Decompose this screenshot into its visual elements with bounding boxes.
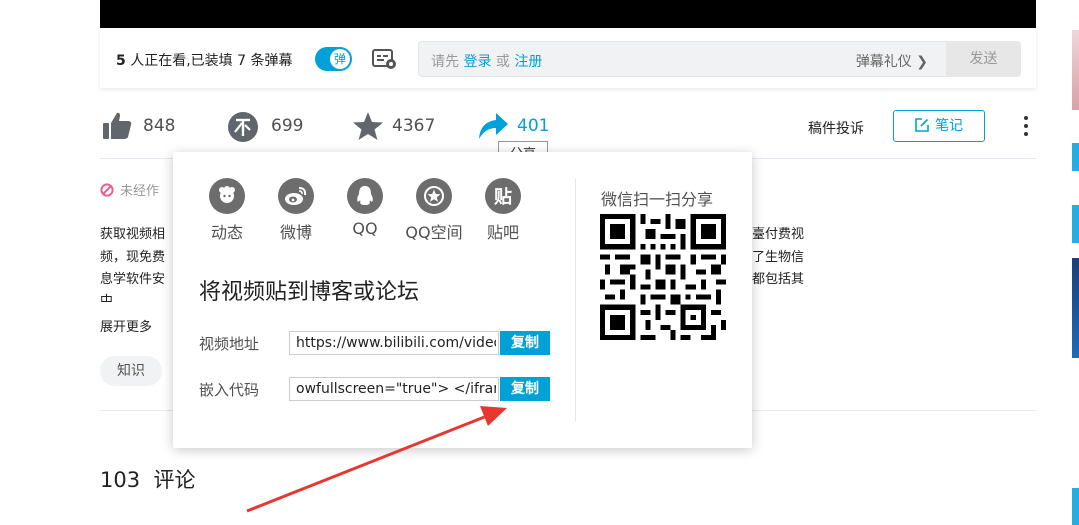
expand-more-link[interactable]: 展开更多 xyxy=(100,316,152,335)
side-thumbnail[interactable] xyxy=(1072,143,1079,171)
qzone-icon xyxy=(424,186,444,206)
share-qzone-label: QQ空间 xyxy=(405,223,463,242)
share-tieba[interactable]: 贴 贴吧 xyxy=(473,178,533,243)
desc-line-3-left: 息学软件安 xyxy=(100,272,166,287)
share-qq[interactable]: QQ xyxy=(335,178,395,238)
comments-header: 103 评论 xyxy=(100,464,195,494)
desc-line-1-right: 臺付费视 xyxy=(752,227,805,242)
coin-icon[interactable] xyxy=(227,111,259,143)
copy-embed-button[interactable]: 复制 xyxy=(500,377,550,401)
prompt-prefix: 请先 xyxy=(431,54,464,70)
login-link[interactable]: 登录 xyxy=(463,54,491,70)
coin-count: 699 xyxy=(271,116,304,136)
share-panel-divider xyxy=(575,178,576,422)
like-count: 848 xyxy=(143,116,176,136)
share-weibo[interactable]: 微博 xyxy=(266,178,326,243)
viewer-count: 5 xyxy=(116,53,126,69)
side-thumbnail[interactable] xyxy=(1072,30,1079,110)
share-tieba-label: 贴吧 xyxy=(486,223,519,242)
comment-count: 103 xyxy=(100,468,141,492)
notice-text: 未经作 xyxy=(120,184,160,199)
note-edit-icon xyxy=(915,118,929,132)
share-dynamic-label: 动态 xyxy=(210,223,243,242)
embed-code-label: 嵌入代码 xyxy=(199,381,260,399)
like-icon[interactable] xyxy=(101,110,133,142)
embed-code-field[interactable] xyxy=(289,377,499,401)
qq-icon xyxy=(357,186,373,205)
share-qq-label: QQ xyxy=(352,219,378,238)
video-url-field[interactable] xyxy=(289,331,499,355)
send-button[interactable]: 发送 xyxy=(946,41,1021,77)
favorite-count: 4367 xyxy=(392,116,436,136)
weibo-icon xyxy=(285,187,307,205)
danmaku-toggle-label: 弹 xyxy=(330,49,350,69)
more-options-icon[interactable] xyxy=(1020,115,1032,137)
danmaku-settings-icon[interactable] xyxy=(372,47,398,71)
danmaku-toggle[interactable]: 弹 xyxy=(315,47,352,71)
favorite-star-icon[interactable] xyxy=(352,110,384,142)
share-count: 401 xyxy=(517,116,550,136)
share-panel: 动态 微博 QQ QQ空间 贴 贴吧 将视频贴到博客或论坛 视频地址 https… xyxy=(173,152,752,448)
viewer-status: 5 人正在看,已装填 7 条弹幕 xyxy=(116,50,292,70)
note-button-label: 笔记 xyxy=(935,118,963,134)
tieba-icon: 贴 xyxy=(494,187,512,208)
note-button[interactable]: 笔记 xyxy=(893,110,985,142)
video-player-bottom[interactable] xyxy=(100,0,1036,28)
wechat-share-title: 微信扫一扫分享 xyxy=(601,190,714,209)
share-qzone[interactable]: QQ空间 xyxy=(404,178,464,243)
share-arrow-icon[interactable] xyxy=(477,110,509,142)
desc-line-4-left: 中 xyxy=(100,294,114,302)
wechat-qr-code xyxy=(600,214,726,340)
tag-chip[interactable]: 知识 xyxy=(100,356,162,386)
desc-line-2-left: 频，现免费 xyxy=(100,250,166,265)
or-text: 或 xyxy=(491,54,515,70)
dynamic-icon xyxy=(219,186,235,203)
side-thumbnail[interactable] xyxy=(1072,488,1079,525)
viewer-text: 人正在看,已装填 7 条弹幕 xyxy=(125,53,293,69)
report-link[interactable]: 稿件投诉 xyxy=(808,118,864,138)
embed-heading: 将视频贴到博客或论坛 xyxy=(199,280,420,305)
side-thumbnail[interactable] xyxy=(1072,258,1079,358)
danmaku-input[interactable]: 请先 登录 或 注册 弹幕礼仪 ❯ xyxy=(418,41,946,77)
side-thumbnail[interactable] xyxy=(1072,205,1079,243)
desc-line-3-right: 都包括其 xyxy=(752,272,805,287)
danmaku-etiquette-link[interactable]: 弹幕礼仪 ❯ xyxy=(856,51,928,71)
share-weibo-label: 微博 xyxy=(279,223,312,242)
share-dynamic[interactable]: 动态 xyxy=(197,178,257,243)
desc-line-2-right: 了生物信 xyxy=(752,250,805,265)
danmaku-login-prompt: 请先 登录 或 注册 xyxy=(431,51,542,71)
register-link[interactable]: 注册 xyxy=(514,54,542,70)
forbidden-icon xyxy=(100,183,114,197)
comments-label: 评论 xyxy=(153,468,196,492)
copy-url-button[interactable]: 复制 xyxy=(500,331,550,355)
video-url-label: 视频地址 xyxy=(199,335,260,353)
copyright-notice: 未经作 xyxy=(100,180,159,199)
desc-line-1-left: 获取视频相 xyxy=(100,227,166,242)
